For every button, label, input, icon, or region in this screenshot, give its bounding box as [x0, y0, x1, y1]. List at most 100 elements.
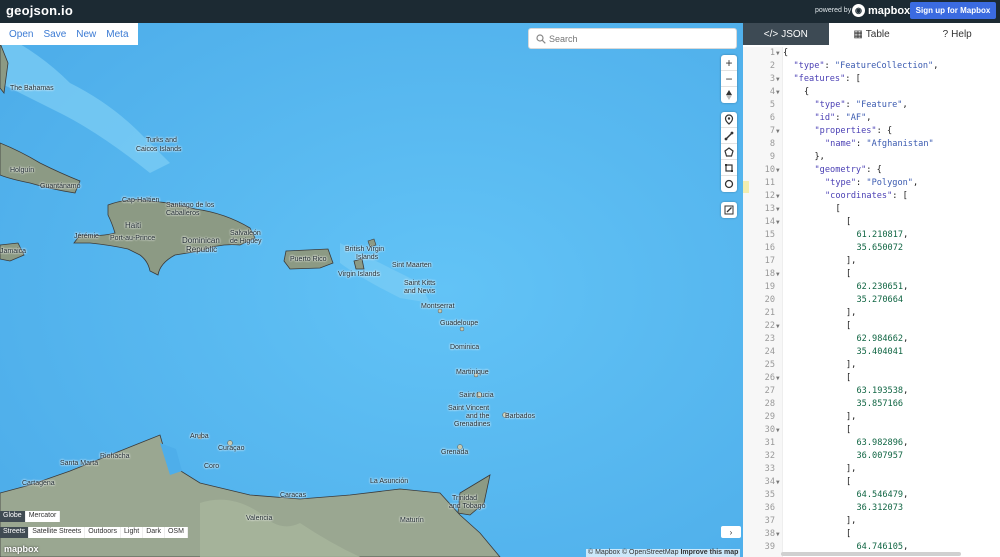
code-text: [ — [835, 204, 841, 214]
draw-rectangle-button[interactable] — [721, 160, 737, 176]
code-line[interactable]: 19 62.230651, — [743, 282, 1000, 295]
code-line[interactable]: 34 ▼ [ — [743, 477, 1000, 490]
code-line[interactable]: 24 35.404041 — [743, 347, 1000, 360]
code-line[interactable]: 12 ▼ "coordinates": [ — [743, 191, 1000, 204]
fold-toggle-icon[interactable]: ▼ — [776, 128, 780, 135]
compass-button[interactable] — [721, 87, 737, 103]
menu-new[interactable]: New — [71, 29, 101, 40]
code-line[interactable]: 26 ▼ [ — [743, 373, 1000, 386]
mapbox-logo[interactable]: ◉ mapbox — [852, 4, 910, 17]
code-line[interactable]: 20 35.270664 — [743, 295, 1000, 308]
code-line[interactable]: 16 35.650072 — [743, 243, 1000, 256]
improve-map-link[interactable]: Improve this map — [680, 549, 738, 556]
code-line[interactable]: 9}, — [743, 152, 1000, 165]
code-line[interactable]: 29], — [743, 412, 1000, 425]
code-line[interactable]: 2 "type": "FeatureCollection", — [743, 61, 1000, 74]
fold-toggle-icon[interactable]: ▼ — [776, 531, 780, 538]
fold-toggle-icon[interactable]: ▼ — [776, 76, 780, 83]
fold-toggle-icon[interactable]: ▼ — [776, 167, 780, 174]
map-label: and the — [466, 413, 490, 420]
signup-button[interactable]: Sign up for Mapbox — [910, 2, 996, 19]
tab-table[interactable]: ▦ Table — [828, 23, 915, 45]
fold-toggle-icon[interactable]: ▼ — [776, 193, 780, 200]
code-line[interactable]: 6 "id": "AF", — [743, 113, 1000, 126]
map-canvas[interactable]: The Bahamas Turks and Caicos Islands Hol… — [0, 23, 743, 557]
json-editor[interactable]: 1 ▼{2 "type": "FeatureCollection", 3 ▼ "featu… — [743, 47, 1000, 557]
search-box[interactable] — [528, 28, 737, 49]
code-line[interactable]: 8 "name": "Afghanistan" — [743, 139, 1000, 152]
code-line[interactable]: 10 ▼ "geometry": { — [743, 165, 1000, 178]
projection-mercator[interactable]: Mercator — [25, 511, 61, 522]
style-dark[interactable]: Dark — [143, 527, 165, 538]
fold-toggle-icon[interactable]: ▼ — [776, 219, 780, 226]
code-line[interactable]: 17], — [743, 256, 1000, 269]
code-line[interactable]: 22 ▼ [ — [743, 321, 1000, 334]
code-line[interactable]: 31 63.982896, — [743, 438, 1000, 451]
search-input[interactable] — [549, 31, 729, 46]
code-line[interactable]: 15 61.210817, — [743, 230, 1000, 243]
map-label: and Nevis — [404, 288, 436, 295]
code-line[interactable]: 14 ▼ [ — [743, 217, 1000, 230]
horizontal-scrollbar[interactable] — [781, 552, 961, 556]
code-line[interactable]: 4 ▼ { — [743, 87, 1000, 100]
fold-toggle-icon[interactable]: ▼ — [776, 89, 780, 96]
projection-globe[interactable]: Globe — [0, 511, 26, 522]
style-light[interactable]: Light — [121, 527, 144, 538]
tab-help[interactable]: ? Help — [914, 23, 1000, 45]
menu-save[interactable]: Save — [38, 29, 71, 40]
brand-logo[interactable]: geojson.io — [6, 3, 73, 18]
zoom-out-button[interactable]: − — [721, 71, 737, 87]
code-line[interactable]: 21], — [743, 308, 1000, 321]
style-satellite-streets[interactable]: Satellite Streets — [29, 527, 86, 538]
attribution-text[interactable]: © Mapbox © OpenStreetMap — [588, 549, 678, 556]
edit-button[interactable] — [721, 202, 737, 218]
menu-open[interactable]: Open — [4, 29, 38, 40]
draw-circle-button[interactable] — [721, 176, 737, 192]
code-line[interactable]: 3 ▼ "features": [ — [743, 74, 1000, 87]
code-line[interactable]: 1 ▼{ — [743, 48, 1000, 61]
code-line[interactable]: 28 35.857166 — [743, 399, 1000, 412]
zoom-in-button[interactable]: + — [721, 55, 737, 71]
draw-line-button[interactable] — [721, 128, 737, 144]
code-text: [ — [846, 269, 852, 279]
style-outdoors[interactable]: Outdoors — [85, 527, 122, 538]
code-text: "features": [ — [793, 74, 861, 84]
code-line[interactable]: 7 ▼ "properties": { — [743, 126, 1000, 139]
code-line[interactable]: 38 ▼ [ — [743, 529, 1000, 542]
draw-point-button[interactable] — [721, 112, 737, 128]
fold-toggle-icon[interactable]: ▼ — [776, 206, 780, 213]
line-number: 13 — [764, 204, 775, 214]
code-line[interactable]: 30 ▼ [ — [743, 425, 1000, 438]
code-text: "properties": { — [814, 126, 893, 136]
code-line[interactable]: 25], — [743, 360, 1000, 373]
fold-toggle-icon[interactable]: ▼ — [776, 323, 780, 330]
fold-toggle-icon[interactable]: ▼ — [776, 427, 780, 434]
code-line[interactable]: 11 "type": "Polygon", — [743, 178, 1000, 191]
line-number: 15 — [764, 230, 775, 240]
line-number: 36 — [764, 503, 775, 513]
code-text: ], — [846, 256, 857, 266]
code-line[interactable]: 18 ▼ [ — [743, 269, 1000, 282]
fold-toggle-icon[interactable]: ▼ — [776, 479, 780, 486]
mapbox-map-logo[interactable]: mapbox — [4, 544, 39, 554]
menu-meta[interactable]: Meta — [101, 29, 133, 40]
code-text: 36.007957 — [856, 451, 904, 461]
style-osm[interactable]: OSM — [164, 527, 188, 538]
style-streets[interactable]: Streets — [0, 527, 30, 538]
code-line[interactable]: 35 64.546479, — [743, 490, 1000, 503]
code-line[interactable]: 5 "type": "Feature", — [743, 100, 1000, 113]
draw-polygon-button[interactable] — [721, 144, 737, 160]
code-line[interactable]: 33], — [743, 464, 1000, 477]
fold-toggle-icon[interactable]: ▼ — [776, 375, 780, 382]
fold-toggle-icon[interactable]: ▼ — [776, 50, 780, 57]
code-line[interactable]: 37], — [743, 516, 1000, 529]
fold-toggle-icon[interactable]: ▼ — [776, 271, 780, 278]
tab-json[interactable]: </> JSON — [743, 23, 829, 45]
code-line[interactable]: 32 36.007957 — [743, 451, 1000, 464]
code-line[interactable]: 27 63.193538, — [743, 386, 1000, 399]
code-line[interactable]: 23 62.984662, — [743, 334, 1000, 347]
code-line[interactable]: 13 ▼ [ — [743, 204, 1000, 217]
collapse-panel-button[interactable]: › — [721, 526, 741, 538]
code-line[interactable]: 36 36.312073 — [743, 503, 1000, 516]
map-label: Guantánamo — [40, 183, 81, 190]
